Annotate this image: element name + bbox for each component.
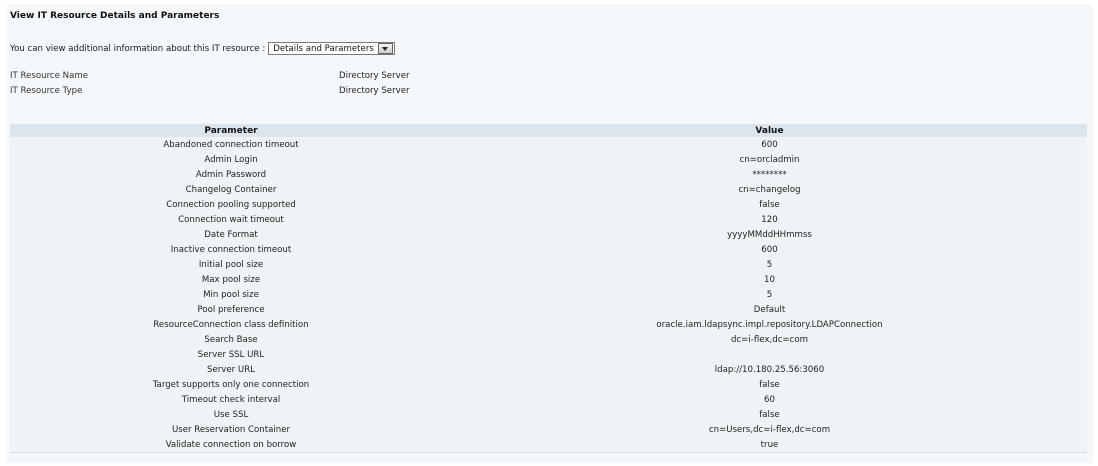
table-row: Connection wait timeout 120 xyxy=(10,212,1087,227)
parameter-name-cell: Admin Password xyxy=(10,167,452,182)
parameter-name-cell: Date Format xyxy=(10,227,452,242)
table-row: Date Format yyyyMMddHHmmss xyxy=(10,227,1087,242)
parameter-name-cell: Changelog Container xyxy=(10,182,452,197)
page-title: View IT Resource Details and Parameters xyxy=(10,11,220,21)
parameter-name-cell: Validate connection on borrow xyxy=(10,437,452,453)
table-row: Server SSL URL xyxy=(10,347,1087,362)
table-row: Min pool size 5 xyxy=(10,287,1087,302)
parameter-name-cell: Server SSL URL xyxy=(10,347,452,362)
parameter-column-header: Parameter xyxy=(10,124,452,137)
parameters-table: Parameter Value Abandoned connection tim… xyxy=(10,124,1087,453)
table-row: Changelog Container cn=changelog xyxy=(10,182,1087,197)
parameter-value-cell: cn=changelog xyxy=(452,182,1087,197)
parameter-name-cell: Pool preference xyxy=(10,302,452,317)
parameter-name-cell: Target supports only one connection xyxy=(10,377,452,392)
resource-type-label: IT Resource Type xyxy=(10,86,83,96)
view-select[interactable]: Details and Parameters xyxy=(268,42,395,55)
parameter-name-cell: Admin Login xyxy=(10,152,452,167)
parameter-value-cell: 600 xyxy=(452,242,1087,257)
parameter-name-cell: Min pool size xyxy=(10,287,452,302)
table-row: Target supports only one connection false xyxy=(10,377,1087,392)
table-row: Initial pool size 5 xyxy=(10,257,1087,272)
table-row: Pool preference Default xyxy=(10,302,1087,317)
table-row: Timeout check interval 60 xyxy=(10,392,1087,407)
parameter-value-cell: ldap://10.180.25.56:3060 xyxy=(452,362,1087,377)
parameter-name-cell: Connection pooling supported xyxy=(10,197,452,212)
parameter-name-cell: ResourceConnection class definition xyxy=(10,317,452,332)
parameter-name-cell: Timeout check interval xyxy=(10,392,452,407)
resource-type-value: Directory Server xyxy=(339,86,410,96)
table-row: ResourceConnection class definition oracl… xyxy=(10,317,1087,332)
parameter-value-cell xyxy=(452,347,1087,362)
parameter-name-cell: Server URL xyxy=(10,362,452,377)
parameter-value-cell: 5 xyxy=(452,257,1087,272)
parameter-value-cell: 5 xyxy=(452,287,1087,302)
dropdown-button[interactable] xyxy=(377,43,393,54)
parameter-value-cell: ******** xyxy=(452,167,1087,182)
view-select-value: Details and Parameters xyxy=(273,43,374,54)
parameter-value-cell: yyyyMMddHHmmss xyxy=(452,227,1087,242)
parameter-value-cell: false xyxy=(452,377,1087,392)
parameter-name-cell: Connection wait timeout xyxy=(10,212,452,227)
parameter-value-cell: cn=orcladmin xyxy=(452,152,1087,167)
it-resource-panel: View IT Resource Details and Parameters … xyxy=(7,4,1093,463)
table-header-row: Parameter Value xyxy=(10,124,1087,137)
parameter-value-cell: false xyxy=(452,407,1087,422)
parameter-value-cell: 10 xyxy=(452,272,1087,287)
parameter-value-cell: cn=Users,dc=i-flex,dc=com xyxy=(452,422,1087,437)
table-row: Use SSL false xyxy=(10,407,1087,422)
parameter-name-cell: Abandoned connection timeout xyxy=(10,137,452,152)
parameter-value-cell: oracle.iam.ldapsync.impl.repository.LDAP… xyxy=(452,317,1087,332)
resource-name-value: Directory Server xyxy=(339,71,410,81)
table-row: Admin Login cn=orcladmin xyxy=(10,152,1087,167)
parameter-value-cell: dc=i-flex,dc=com xyxy=(452,332,1087,347)
table-row: Connection pooling supported false xyxy=(10,197,1087,212)
table-row: Search Base dc=i-flex,dc=com xyxy=(10,332,1087,347)
parameter-value-cell: Default xyxy=(452,302,1087,317)
parameter-name-cell: Max pool size xyxy=(10,272,452,287)
resource-name-label: IT Resource Name xyxy=(10,71,89,81)
view-prompt-label: You can view additional information abou… xyxy=(10,43,266,54)
table-row: Validate connection on borrow true xyxy=(10,437,1087,453)
table-row: Max pool size 10 xyxy=(10,272,1087,287)
chevron-down-icon xyxy=(382,46,389,51)
table-row: Server URL ldap://10.180.25.56:3060 xyxy=(10,362,1087,377)
value-column-header: Value xyxy=(452,124,1087,137)
table-row: Inactive connection timeout 600 xyxy=(10,242,1087,257)
parameter-value-cell: true xyxy=(452,437,1087,453)
parameter-name-cell: Inactive connection timeout xyxy=(10,242,452,257)
parameters-table-body: Abandoned connection timeout 600 Admin Log… xyxy=(10,137,1087,453)
view-selector-row: You can view additional information abou… xyxy=(10,42,395,55)
parameter-value-cell: 120 xyxy=(452,212,1087,227)
table-row: User Reservation Container cn=Users,dc=i-… xyxy=(10,422,1087,437)
parameter-name-cell: Initial pool size xyxy=(10,257,452,272)
parameter-name-cell: Search Base xyxy=(10,332,452,347)
parameter-value-cell: false xyxy=(452,197,1087,212)
parameter-value-cell: 60 xyxy=(452,392,1087,407)
parameter-name-cell: Use SSL xyxy=(10,407,452,422)
parameter-name-cell: User Reservation Container xyxy=(10,422,452,437)
table-row: Abandoned connection timeout 600 xyxy=(10,137,1087,152)
table-row: Admin Password ******** xyxy=(10,167,1087,182)
parameter-value-cell: 600 xyxy=(452,137,1087,152)
